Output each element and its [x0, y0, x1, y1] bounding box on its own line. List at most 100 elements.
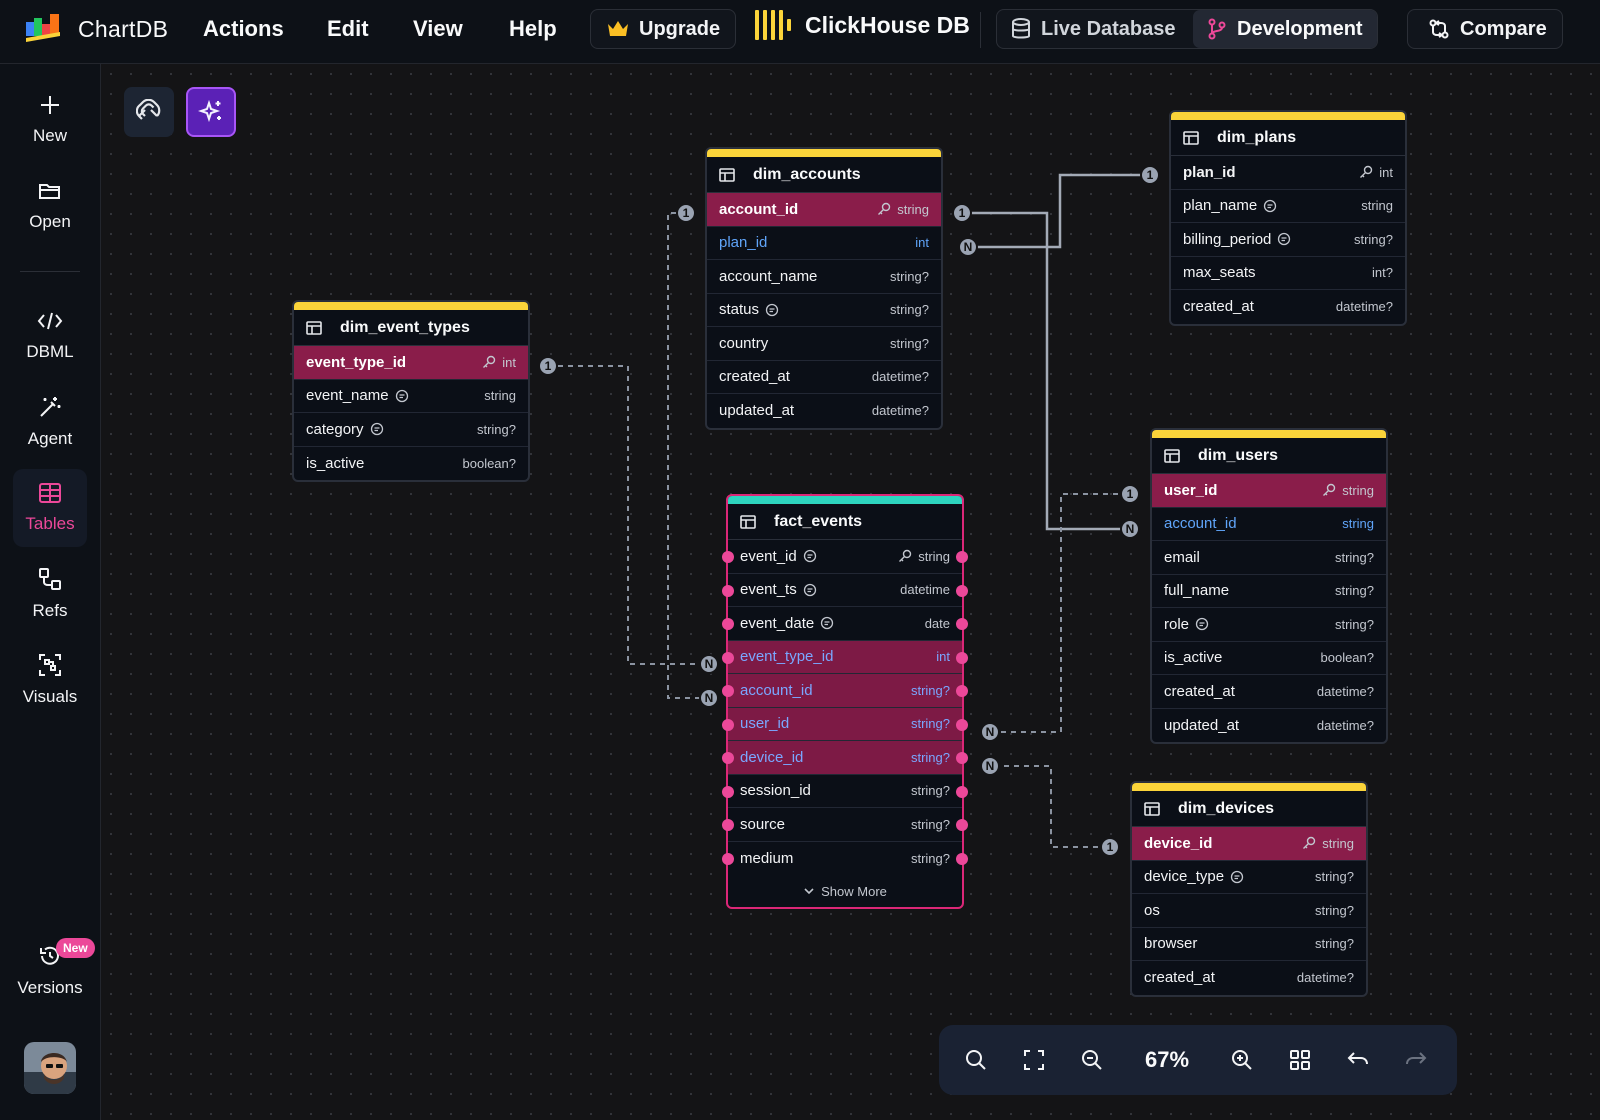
column-row[interactable]: max_seats int? — [1171, 257, 1405, 290]
column-row[interactable]: updated_at datetime? — [707, 394, 941, 428]
connection-handle[interactable] — [956, 718, 968, 731]
column-row[interactable]: account_id string — [1152, 508, 1386, 541]
connection-handle[interactable] — [722, 852, 734, 865]
redo-button[interactable] — [1387, 1025, 1445, 1095]
column-row[interactable]: account_id string? — [722, 674, 968, 708]
column-row[interactable]: country string? — [707, 327, 941, 361]
connection-handle[interactable] — [956, 819, 968, 831]
table-header[interactable]: dim_accounts — [707, 157, 941, 193]
column-row[interactable]: email string? — [1152, 541, 1386, 575]
column-row[interactable]: updated_at datetime? — [1152, 709, 1386, 743]
connection-handle[interactable] — [722, 819, 734, 831]
table-dim-users[interactable]: dim_users user_id string account_id string e… — [1150, 428, 1388, 744]
column-row[interactable]: event_ts datetime — [722, 574, 968, 607]
table-header[interactable]: dim_devices — [1132, 791, 1366, 827]
connection-handle[interactable] — [722, 785, 734, 798]
column-row[interactable]: created_at datetime? — [707, 361, 941, 394]
column-row[interactable]: role string? — [1152, 608, 1386, 642]
connection-handle[interactable] — [722, 584, 734, 597]
sidebar-item-new[interactable]: New — [13, 81, 87, 159]
connection-handle[interactable] — [956, 551, 968, 563]
column-row[interactable]: user_id string — [1152, 474, 1386, 508]
column-row[interactable]: status string? — [707, 294, 941, 327]
menu-actions[interactable]: Actions — [203, 16, 284, 42]
upgrade-button[interactable]: Upgrade — [590, 9, 736, 49]
connection-handle[interactable] — [956, 752, 968, 764]
column-row[interactable]: device_id string? — [722, 741, 968, 775]
column-row[interactable]: event_name string — [294, 380, 528, 413]
sidebar-item-dbml[interactable]: DBML — [13, 297, 87, 375]
connection-handle[interactable] — [722, 718, 734, 731]
column-row[interactable]: medium string? — [722, 842, 968, 876]
show-more-button[interactable]: Show More — [728, 875, 962, 907]
table-header[interactable]: dim_event_types — [294, 310, 528, 346]
connection-handle[interactable] — [722, 685, 734, 697]
ai-sparkle-button[interactable] — [186, 87, 236, 137]
column-row[interactable]: is_active boolean? — [294, 447, 528, 481]
column-row[interactable]: created_at datetime? — [1132, 961, 1366, 995]
column-row[interactable]: account_id string — [707, 193, 941, 227]
menu-view[interactable]: View — [413, 16, 463, 42]
column-row[interactable]: event_id string — [722, 540, 968, 574]
column-row[interactable]: plan_id int — [1171, 156, 1405, 190]
column-row[interactable]: created_at datetime? — [1171, 290, 1405, 324]
connection-handle[interactable] — [956, 852, 968, 865]
column-row[interactable]: user_id string? — [722, 707, 968, 741]
column-row[interactable]: created_at datetime? — [1152, 675, 1386, 709]
connection-handle[interactable] — [956, 584, 968, 597]
column-row[interactable]: session_id string? — [722, 775, 968, 808]
connection-handle[interactable] — [722, 752, 734, 764]
column-row[interactable]: event_date date — [722, 607, 968, 641]
live-database-tab[interactable]: Live Database — [997, 10, 1193, 48]
column-row[interactable]: device_type string? — [1132, 861, 1366, 894]
zoom-out-button[interactable] — [1063, 1025, 1121, 1095]
column-row[interactable]: full_name string? — [1152, 575, 1386, 608]
column-row[interactable]: category string? — [294, 413, 528, 447]
search-button[interactable] — [947, 1025, 1005, 1095]
column-type: string? — [911, 817, 950, 832]
menu-edit[interactable]: Edit — [327, 16, 369, 42]
column-row[interactable]: os string? — [1132, 894, 1366, 928]
table-dim-accounts[interactable]: dim_accounts account_id string plan_id int a… — [705, 147, 943, 430]
connection-handle[interactable] — [956, 618, 968, 630]
connection-handle[interactable] — [956, 651, 968, 664]
table-dim-devices[interactable]: dim_devices device_id string device_type st… — [1130, 781, 1368, 997]
column-row[interactable]: plan_name string — [1171, 190, 1405, 223]
table-header[interactable]: dim_plans — [1171, 120, 1405, 156]
zoom-level[interactable]: 67% — [1121, 1047, 1213, 1073]
table-dim-plans[interactable]: dim_plans plan_id int plan_name string billi… — [1169, 110, 1407, 326]
connection-handle[interactable] — [956, 685, 968, 697]
column-row[interactable]: billing_period string? — [1171, 223, 1405, 257]
compare-button[interactable]: Compare — [1407, 9, 1563, 49]
fit-view-button[interactable] — [1005, 1025, 1063, 1095]
table-header[interactable]: dim_users — [1152, 438, 1386, 474]
undo-button[interactable] — [1329, 1025, 1387, 1095]
table-dim-event-types[interactable]: dim_event_types event_type_id int event_na… — [292, 300, 530, 482]
magnet-snap-button[interactable] — [124, 87, 174, 137]
sidebar-item-open[interactable]: Open — [13, 167, 87, 245]
user-avatar[interactable] — [24, 1042, 76, 1094]
menu-help[interactable]: Help — [509, 16, 557, 42]
connection-handle[interactable] — [722, 551, 734, 563]
sidebar-item-refs[interactable]: Refs — [13, 555, 87, 633]
table-header[interactable]: fact_events — [728, 504, 962, 540]
sidebar-item-tables[interactable]: Tables — [13, 469, 87, 547]
column-row[interactable]: is_active boolean? — [1152, 642, 1386, 675]
column-row[interactable]: plan_id int — [707, 227, 941, 260]
connection-handle[interactable] — [722, 651, 734, 664]
table-fact-events[interactable]: fact_events event_id string event_ts dateti… — [722, 494, 968, 909]
column-row[interactable]: source string? — [722, 808, 968, 842]
database-name[interactable]: ClickHouse DB — [755, 10, 970, 40]
sidebar-item-agent[interactable]: Agent — [13, 383, 87, 461]
sidebar-item-visuals[interactable]: Visuals — [13, 641, 87, 719]
column-row[interactable]: event_type_id int — [722, 640, 968, 674]
column-row[interactable]: browser string? — [1132, 928, 1366, 961]
column-row[interactable]: account_name string? — [707, 260, 941, 294]
column-row[interactable]: event_type_id int — [294, 346, 528, 380]
arrange-button[interactable] — [1271, 1025, 1329, 1095]
connection-handle[interactable] — [956, 785, 968, 798]
connection-handle[interactable] — [722, 618, 734, 630]
zoom-in-button[interactable] — [1213, 1025, 1271, 1095]
development-tab[interactable]: Development — [1193, 10, 1377, 48]
column-row[interactable]: device_id string — [1132, 827, 1366, 861]
